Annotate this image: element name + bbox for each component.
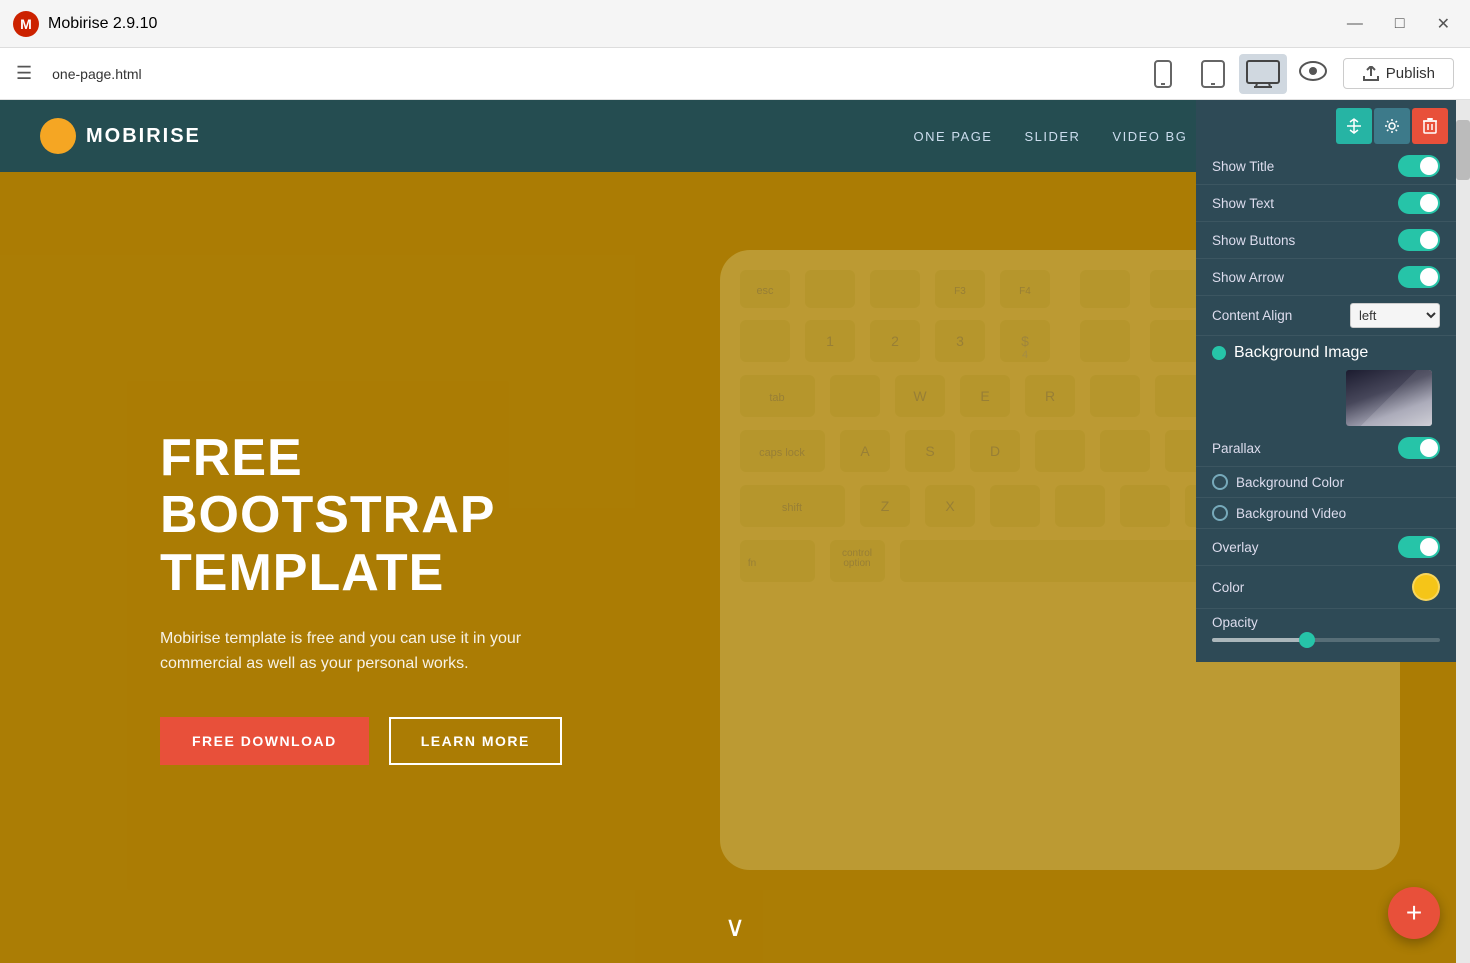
show-arrow-label: Show Arrow [1212, 270, 1390, 285]
color-row: Color [1196, 566, 1456, 609]
title-bar: M Mobirise 2.9.10 — □ ✕ [0, 0, 1470, 48]
show-text-label: Show Text [1212, 196, 1390, 211]
minimize-button[interactable]: — [1339, 10, 1371, 38]
show-buttons-toggle[interactable] [1398, 229, 1440, 251]
maximize-button[interactable]: □ [1387, 10, 1413, 38]
panel-move-button[interactable] [1336, 108, 1372, 144]
panel-settings-button[interactable] [1374, 108, 1410, 144]
show-buttons-label: Show Buttons [1212, 233, 1390, 248]
bg-color-radio[interactable] [1212, 474, 1228, 490]
scrollbar-track[interactable] [1456, 100, 1470, 963]
panel-toolbar [1196, 100, 1456, 148]
scroll-arrow[interactable]: ∨ [725, 910, 746, 943]
settings-panel: Show Title Show Text Show Buttons Show [1196, 100, 1456, 662]
show-title-row: Show Title [1196, 148, 1456, 185]
show-buttons-row: Show Buttons [1196, 222, 1456, 259]
opacity-section: Opacity [1196, 609, 1456, 646]
overlay-label: Overlay [1212, 540, 1390, 555]
bg-color-label: Background Color [1236, 475, 1440, 490]
tablet-view-button[interactable] [1189, 54, 1237, 94]
scrollbar-thumb[interactable] [1456, 120, 1470, 180]
bg-color-row: Background Color [1196, 467, 1456, 498]
content-align-select[interactable]: left center right [1350, 303, 1440, 328]
bg-image-section: Background Image [1196, 336, 1456, 430]
show-arrow-toggle[interactable] [1398, 266, 1440, 288]
color-label: Color [1212, 580, 1404, 595]
menu-bar: ☰ one-page.html Publish [0, 48, 1470, 100]
bg-image-thumbnail[interactable] [1346, 370, 1432, 426]
show-title-toggle[interactable] [1398, 155, 1440, 177]
mobile-view-button[interactable] [1139, 54, 1187, 94]
content-area: esc F3 F4 num lock 1 2 3 $ 4 [0, 100, 1470, 963]
content-align-row: Content Align left center right [1196, 296, 1456, 336]
fab-button[interactable]: + [1388, 887, 1440, 939]
close-button[interactable]: ✕ [1429, 10, 1458, 38]
nav-slider[interactable]: SLIDER [1024, 129, 1080, 144]
hero-buttons: FREE DOWNLOAD LEARN MORE [160, 717, 600, 765]
bg-image-active-dot [1212, 346, 1226, 360]
show-text-toggle[interactable] [1398, 192, 1440, 214]
file-name: one-page.html [52, 66, 1127, 82]
opacity-slider-track[interactable] [1212, 638, 1440, 642]
bg-image-label: Background Image [1212, 344, 1440, 362]
show-text-row: Show Text [1196, 185, 1456, 222]
learn-more-button[interactable]: LEARN MORE [389, 717, 562, 765]
panel-delete-button[interactable] [1412, 108, 1448, 144]
app-title: Mobirise 2.9.10 [48, 15, 157, 33]
bg-image-text: Background Image [1234, 344, 1368, 362]
opacity-slider-thumb[interactable] [1299, 632, 1315, 648]
menu-bar-right: Publish [1299, 58, 1454, 89]
parallax-toggle[interactable] [1398, 437, 1440, 459]
logo-text: MOBIRISE [86, 125, 201, 148]
publish-label: Publish [1386, 65, 1435, 82]
desktop-view-button[interactable] [1239, 54, 1287, 94]
svg-text:M: M [20, 16, 32, 32]
hero-content: FREE BOOTSTRAP TEMPLATE Mobirise templat… [0, 172, 600, 963]
show-arrow-row: Show Arrow [1196, 259, 1456, 296]
preview-button[interactable] [1299, 61, 1327, 87]
site-logo: MOBIRISE [40, 118, 201, 154]
parallax-label: Parallax [1212, 441, 1390, 456]
hero-subtitle: Mobirise template is free and you can us… [160, 626, 600, 677]
opacity-slider-fill [1212, 638, 1303, 642]
logo-icon [40, 118, 76, 154]
window-controls: — □ ✕ [1339, 10, 1458, 38]
bg-video-row: Background Video [1196, 498, 1456, 529]
overlay-toggle[interactable] [1398, 536, 1440, 558]
bg-video-label: Background Video [1236, 506, 1440, 521]
app-logo-icon: M [12, 10, 40, 38]
content-align-label: Content Align [1212, 308, 1342, 323]
opacity-label: Opacity [1212, 615, 1440, 630]
bg-video-radio[interactable] [1212, 505, 1228, 521]
hero-title: FREE BOOTSTRAP TEMPLATE [160, 430, 600, 602]
hamburger-icon[interactable]: ☰ [16, 63, 32, 84]
nav-video-bg[interactable]: VIDEO BG [1112, 129, 1187, 144]
color-swatch[interactable] [1412, 573, 1440, 601]
publish-button[interactable]: Publish [1343, 58, 1454, 89]
parallax-row: Parallax [1196, 430, 1456, 467]
free-download-button[interactable]: FREE DOWNLOAD [160, 717, 369, 765]
device-switcher [1139, 54, 1287, 94]
nav-one-page[interactable]: ONE PAGE [914, 129, 993, 144]
show-title-label: Show Title [1212, 159, 1390, 174]
overlay-row: Overlay [1196, 529, 1456, 566]
bg-thumbnail-image [1346, 370, 1432, 426]
